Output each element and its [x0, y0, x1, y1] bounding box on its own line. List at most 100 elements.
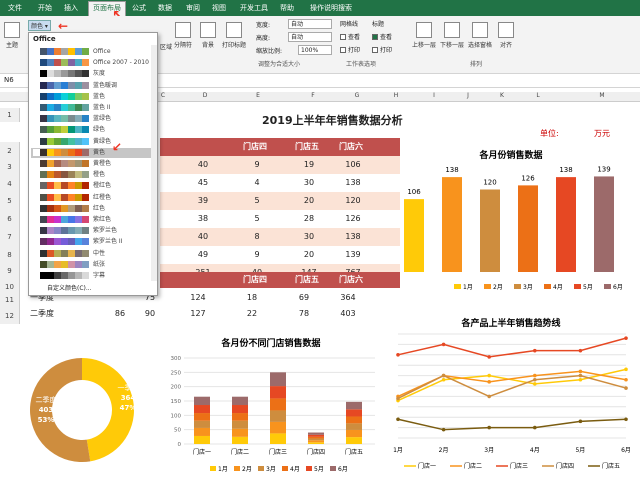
table-cell[interactable]: 18	[232, 290, 272, 306]
table-cell[interactable]: 138	[328, 174, 378, 192]
table-cell[interactable]: 40	[178, 156, 228, 174]
col-l[interactable]: L	[528, 92, 548, 99]
height-select[interactable]: 自动	[288, 32, 332, 42]
table-cell[interactable]: 8	[232, 228, 282, 246]
theme-color-item[interactable]: 紫罗兰色	[31, 226, 153, 236]
row-header[interactable]: 11	[0, 292, 20, 308]
col-k[interactable]: K	[492, 92, 512, 99]
theme-color-item[interactable]: 黄色	[31, 147, 153, 158]
table-cell[interactable]: 9	[232, 156, 282, 174]
theme-color-item[interactable]: 紫罗兰色 II	[31, 237, 153, 247]
theme-color-item[interactable]: Office 2007 - 2010	[31, 58, 153, 68]
table-cell[interactable]: 9	[232, 246, 282, 264]
theme-color-item[interactable]: 红色	[31, 204, 153, 214]
col-i[interactable]: I	[424, 92, 444, 99]
table-cell[interactable]: 78	[284, 306, 324, 322]
gridlines-print-checkbox[interactable]: 打印	[340, 45, 360, 54]
table-header-cell[interactable]: 门店四	[232, 272, 278, 288]
tell-me-search[interactable]: 操作说明搜索	[310, 3, 352, 13]
table-cell[interactable]: 5	[232, 192, 282, 210]
table-cell[interactable]: 5	[232, 210, 282, 228]
tab-file[interactable]: 文件	[8, 3, 22, 13]
tab-developer[interactable]: 开发工具	[240, 3, 268, 13]
theme-color-item[interactable]: 字幕	[31, 271, 153, 281]
theme-color-item[interactable]: 黄橙色	[31, 159, 153, 169]
row-header[interactable]: 7	[0, 228, 20, 246]
theme-color-item[interactable]: 黄绿色	[31, 137, 153, 147]
scale-input[interactable]: 100%	[298, 45, 332, 55]
theme-color-item[interactable]: 紫红色	[31, 215, 153, 225]
table-cell[interactable]: 403	[328, 306, 368, 322]
table-cell[interactable]: 28	[284, 210, 334, 228]
theme-color-item[interactable]: 蓝色暖调	[31, 81, 153, 91]
name-box[interactable]: N6	[4, 76, 14, 84]
breaks-button[interactable]: 分隔符	[174, 22, 192, 49]
tab-help[interactable]: 帮助	[280, 3, 294, 13]
theme-color-item[interactable]: 蓝色	[31, 92, 153, 102]
table-header-cell[interactable]: 门店六	[328, 138, 374, 156]
table-cell[interactable]: 69	[284, 290, 324, 306]
theme-color-item[interactable]: 蓝绿色	[31, 114, 153, 124]
send-backward-button[interactable]: 下移一层	[440, 22, 464, 49]
table-cell[interactable]: 22	[232, 306, 272, 322]
headings-print-checkbox[interactable]: 打印	[372, 45, 392, 54]
row-header[interactable]: 3	[0, 158, 20, 176]
table-cell[interactable]: 19	[284, 156, 334, 174]
theme-color-item[interactable]: 绿色	[31, 125, 153, 135]
colors-dropdown-button[interactable]: 颜色 ▾	[28, 20, 51, 31]
col-h[interactable]: H	[386, 92, 406, 99]
table-cell[interactable]: 30	[284, 174, 334, 192]
custom-colors-item[interactable]: 自定义颜色(C)...	[47, 283, 92, 292]
dropdown-scrollbar[interactable]	[151, 45, 157, 281]
table-cell[interactable]: 124	[178, 290, 218, 306]
theme-color-item[interactable]: Office	[31, 47, 153, 57]
col-g[interactable]: G	[347, 92, 367, 99]
table-cell[interactable]: 138	[328, 228, 378, 246]
theme-color-item[interactable]: 灰度	[31, 69, 153, 79]
theme-color-item[interactable]: 红橙色	[31, 193, 153, 203]
row-header[interactable]: 6	[0, 210, 20, 228]
area-button[interactable]: 区域	[160, 42, 172, 51]
table-cell[interactable]: 40	[178, 228, 228, 246]
row-header[interactable]: 12	[0, 308, 20, 324]
table-cell[interactable]: 39	[178, 192, 228, 210]
row-header[interactable]: 9	[0, 262, 20, 280]
tab-data[interactable]: 数据	[158, 3, 172, 13]
print-titles-button[interactable]: 打印标题	[222, 22, 246, 49]
table-cell[interactable]: 120	[328, 192, 378, 210]
row-header[interactable]: 1	[0, 108, 20, 122]
table-cell[interactable]: 20	[284, 246, 334, 264]
align-button[interactable]: 对齐	[498, 22, 514, 49]
col-f[interactable]: F	[303, 92, 323, 99]
col-d[interactable]: D	[195, 92, 215, 99]
theme-color-item[interactable]: 中性	[31, 249, 153, 259]
table-cell[interactable]: 127	[178, 306, 218, 322]
table-cell[interactable]: 49	[178, 246, 228, 264]
width-select[interactable]: 自动	[288, 19, 332, 29]
headings-view-checkbox[interactable]: 查看	[372, 32, 392, 41]
table-header-cell[interactable]: 门店四	[232, 138, 278, 156]
table-cell[interactable]: 364	[328, 290, 368, 306]
table-cell[interactable]: 二季度	[22, 306, 62, 322]
theme-color-item[interactable]: 蓝色 II	[31, 103, 153, 113]
theme-color-item[interactable]: 橙色	[31, 170, 153, 180]
table-cell[interactable]: 90	[130, 306, 170, 322]
table-header-cell[interactable]: 门店五	[284, 272, 330, 288]
table-header-cell[interactable]: 门店六	[328, 272, 374, 288]
theme-button[interactable]: 主题	[4, 22, 20, 49]
gridlines-view-checkbox[interactable]: 查看	[340, 32, 360, 41]
table-cell[interactable]: 139	[328, 246, 378, 264]
table-cell[interactable]: 38	[178, 210, 228, 228]
theme-color-item[interactable]: 橙红色	[31, 181, 153, 191]
table-cell[interactable]: 30	[284, 228, 334, 246]
table-header-cell[interactable]: 门店五	[284, 138, 330, 156]
tab-review[interactable]: 审阅	[186, 3, 200, 13]
col-m[interactable]: M	[592, 92, 612, 99]
tab-insert[interactable]: 插入	[64, 3, 78, 13]
tab-formulas[interactable]: 公式	[132, 3, 146, 13]
row-header[interactable]: 4	[0, 175, 20, 193]
background-button[interactable]: 背景	[200, 22, 216, 49]
row-header[interactable]: 5	[0, 192, 20, 210]
table-cell[interactable]: 4	[232, 174, 282, 192]
table-cell[interactable]: 126	[328, 210, 378, 228]
